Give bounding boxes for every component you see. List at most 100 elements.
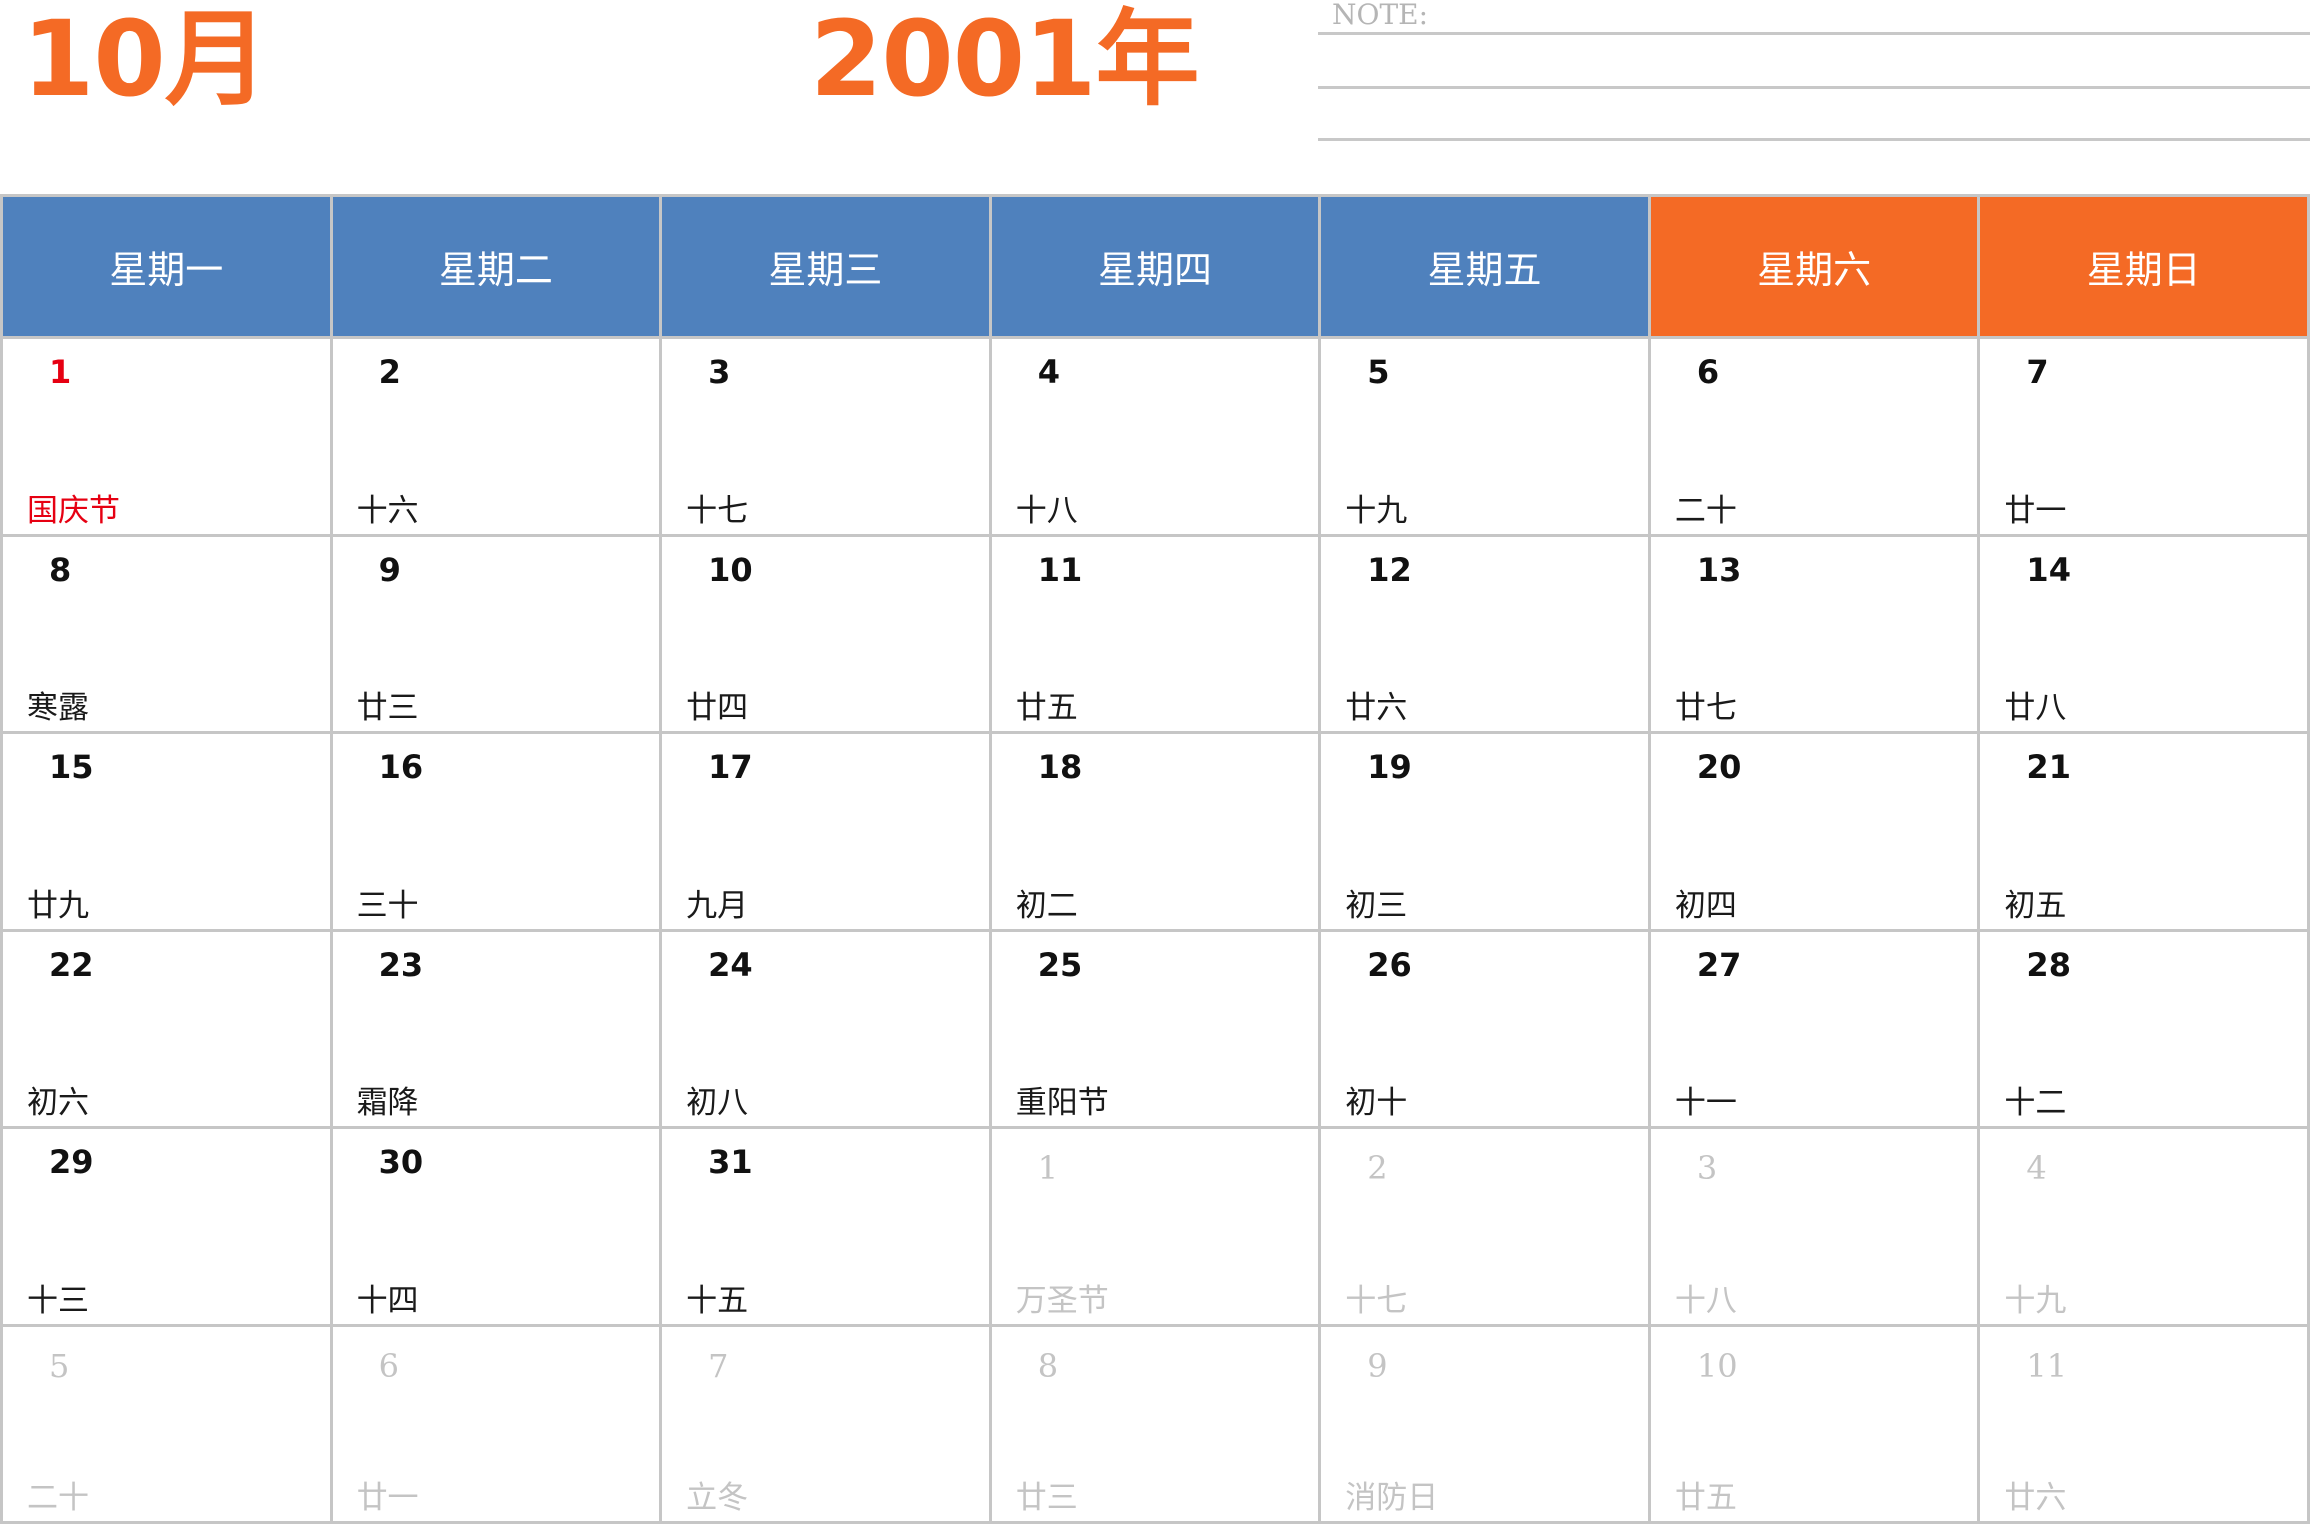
- day-number: 6: [378, 1346, 399, 1385]
- lunar-date: 十八: [1015, 492, 1078, 529]
- lunar-date: 十九: [2004, 1282, 2067, 1319]
- calendar-day: 19 初三: [1321, 734, 1651, 932]
- calendar-day: 7 廿一: [1980, 339, 2310, 537]
- day-number: 15: [49, 748, 94, 786]
- lunar-date: 廿八: [2004, 690, 2067, 726]
- lunar-date: 初三: [1345, 887, 1408, 924]
- day-number: 7: [2026, 353, 2049, 391]
- day-number: 20: [1696, 748, 1742, 786]
- calendar-day: 25 重阳节: [991, 931, 1322, 1129]
- day-number: 8: [49, 550, 72, 589]
- weekday-header-wed: 星期三: [662, 197, 992, 339]
- calendar-grid: 星期一 星期二 星期三 星期四 星期五 星期六 星期日 1 国庆节 2 十六 3 十七 4 十…: [0, 194, 2310, 1524]
- day-number: 31: [708, 1143, 753, 1181]
- calendar-day: 31 十五: [662, 1129, 992, 1327]
- lunar-date: 三十: [356, 887, 419, 924]
- lunar-date: 十六: [356, 492, 419, 529]
- year-title: 2001年: [810, 0, 1199, 120]
- calendar-day: 14 廿八: [1980, 536, 2310, 734]
- day-number: 3: [1696, 1149, 1718, 1187]
- calendar-day: 23 霜降: [332, 931, 663, 1129]
- calendar-day: 17 九月: [662, 734, 992, 932]
- calendar-day: 12 廿六: [1321, 536, 1651, 734]
- weekday-header-thu: 星期四: [991, 197, 1322, 339]
- lunar-date: 立冬: [686, 1480, 749, 1516]
- calendar-day: 16 三十: [332, 734, 663, 932]
- lunar-date: 初八: [686, 1085, 749, 1121]
- calendar-day: 11 廿五: [991, 536, 1322, 734]
- calendar-day: 2 十六: [332, 339, 663, 537]
- day-number: 16: [378, 748, 424, 786]
- weekday-header-mon: 星期一: [3, 197, 333, 339]
- lunar-date: 二十: [27, 1480, 89, 1516]
- lunar-date: 廿九: [27, 887, 89, 924]
- calendar-day: 15 廿九: [3, 734, 333, 932]
- day-number: 24: [708, 945, 753, 984]
- day-number: 17: [708, 748, 753, 786]
- weekday-header-sun: 星期日: [1980, 197, 2310, 339]
- weekday-header-fri: 星期五: [1321, 197, 1651, 339]
- calendar-day: 13 廿七: [1650, 536, 1981, 734]
- calendar-day-other-month: 4 十九: [1980, 1129, 2310, 1327]
- day-number: 21: [2026, 748, 2071, 786]
- lunar-date: 十七: [1345, 1282, 1408, 1319]
- calendar-day: 1 国庆节: [3, 339, 333, 537]
- day-number: 11: [1037, 550, 1083, 589]
- calendar-day: 24 初八: [662, 931, 992, 1129]
- day-number: 1: [1037, 1149, 1059, 1187]
- calendar-day: 21 初五: [1980, 734, 2310, 932]
- lunar-date: 万圣节: [1015, 1282, 1109, 1319]
- day-number: 3: [708, 353, 731, 391]
- day-number: 1: [49, 353, 72, 391]
- calendar-day: 6 二十: [1650, 339, 1981, 537]
- lunar-date: 廿一: [356, 1480, 419, 1516]
- calendar-day-other-month: 8 廿三: [991, 1326, 1322, 1524]
- day-number: 19: [1367, 748, 1412, 786]
- calendar-day: 8 寒露: [3, 536, 333, 734]
- note-area: NOTE:: [1318, 0, 2310, 142]
- day-number: 26: [1367, 945, 1412, 984]
- day-number: 18: [1037, 748, 1083, 786]
- calendar-day: 28 十二: [1980, 931, 2310, 1129]
- day-number: 12: [1367, 550, 1412, 589]
- lunar-date: 廿三: [356, 690, 419, 726]
- weekday-header-sat: 星期六: [1650, 197, 1981, 339]
- lunar-date: 重阳节: [1015, 1085, 1109, 1121]
- lunar-date: 廿四: [686, 690, 749, 726]
- lunar-date: 寒露: [27, 690, 89, 726]
- day-number: 27: [1696, 945, 1742, 984]
- day-number: 4: [1037, 353, 1060, 391]
- lunar-date: 初二: [1015, 887, 1078, 924]
- calendar-day-other-month: 3 十八: [1650, 1129, 1981, 1327]
- lunar-date: 初四: [1674, 887, 1737, 924]
- day-number: 13: [1696, 550, 1742, 589]
- lunar-date: 十三: [27, 1282, 89, 1319]
- lunar-date: 廿六: [1345, 690, 1408, 726]
- calendar-day: 27 十一: [1650, 931, 1981, 1129]
- lunar-date: 十七: [686, 492, 749, 529]
- calendar-day-other-month: 1 万圣节: [991, 1129, 1322, 1327]
- lunar-date: 廿三: [1015, 1480, 1078, 1516]
- calendar-day: 4 十八: [991, 339, 1322, 537]
- weekday-header-tue: 星期二: [332, 197, 663, 339]
- day-number: 10: [1696, 1346, 1738, 1385]
- lunar-date: 廿七: [1674, 690, 1737, 726]
- lunar-date: 十二: [2004, 1085, 2067, 1121]
- day-number: 5: [1367, 353, 1390, 391]
- day-number: 30: [378, 1143, 424, 1181]
- day-number: 28: [2026, 945, 2071, 984]
- lunar-date: 十九: [1345, 492, 1408, 529]
- day-number: 9: [1367, 1346, 1388, 1385]
- day-number: 8: [1037, 1346, 1059, 1385]
- calendar-day-other-month: 7 立冬: [662, 1326, 992, 1524]
- day-number: 10: [708, 550, 753, 589]
- day-number: 22: [49, 945, 94, 984]
- lunar-date: 二十: [1674, 492, 1737, 529]
- calendar-day: 5 十九: [1321, 339, 1651, 537]
- lunar-date: 廿一: [2004, 492, 2067, 529]
- calendar-day: 20 初四: [1650, 734, 1981, 932]
- calendar-day: 26 初十: [1321, 931, 1651, 1129]
- calendar-day: 22 初六: [3, 931, 333, 1129]
- note-label: NOTE:: [1332, 0, 1429, 31]
- day-number: 11: [2026, 1346, 2068, 1385]
